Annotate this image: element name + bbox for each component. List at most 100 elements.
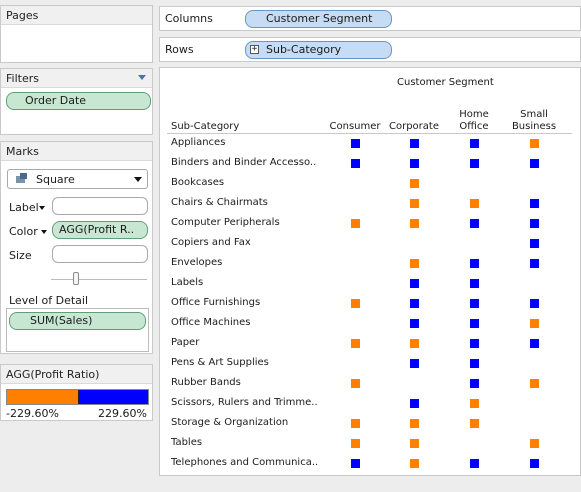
mark-square-blue[interactable] (470, 159, 479, 168)
filters-menu-icon[interactable] (138, 75, 146, 80)
mark-square-blue[interactable] (470, 259, 479, 268)
row-label[interactable]: Appliances (171, 137, 225, 148)
row-label[interactable]: Chairs & Chairmats (171, 197, 268, 208)
row-label[interactable]: Copiers and Fax (171, 237, 251, 248)
size-slider-handle[interactable] (73, 272, 79, 285)
mark-square-orange[interactable] (351, 339, 360, 348)
mark-square-blue[interactable] (530, 299, 539, 308)
mark-square-orange[interactable] (410, 179, 419, 188)
row-label[interactable]: Rubber Bands (171, 377, 241, 388)
columns-shelf: Columns Customer Segment (159, 6, 581, 31)
mark-square-blue[interactable] (530, 339, 539, 348)
label-shelf-field[interactable] (52, 197, 148, 215)
row-label[interactable]: Storage & Organization (171, 417, 288, 428)
label-dropdown-arrow-icon[interactable] (39, 206, 45, 210)
row-label[interactable]: Office Machines (171, 317, 250, 328)
color-pill-profit-ratio[interactable]: AGG(Profit R.. (52, 221, 148, 239)
mark-square-orange[interactable] (530, 319, 539, 328)
mark-square-orange[interactable] (410, 439, 419, 448)
rows-pill-text: Sub-Category (266, 43, 342, 56)
color-ramp-negative (7, 390, 78, 404)
mark-square-blue[interactable] (470, 299, 479, 308)
mark-square-blue[interactable] (470, 139, 479, 148)
mark-square-blue[interactable] (470, 459, 479, 468)
expand-plus-icon[interactable]: + (250, 45, 259, 54)
mark-square-orange[interactable] (351, 439, 360, 448)
mark-square-blue[interactable] (410, 359, 419, 368)
pages-panel: Pages (0, 5, 153, 63)
pages-title: Pages (6, 9, 39, 22)
row-label[interactable]: Bookcases (171, 177, 224, 188)
rows-shelf: Rows Sub-Category + (159, 37, 581, 62)
mark-square-blue[interactable] (351, 159, 360, 168)
filters-title: Filters (6, 72, 39, 85)
row-label[interactable]: Office Furnishings (171, 297, 260, 308)
view-grid: Customer Segment Sub-Category Consumer Corp… (160, 68, 580, 475)
mark-square-blue[interactable] (410, 159, 419, 168)
mark-square-blue[interactable] (530, 159, 539, 168)
mark-square-orange[interactable] (351, 219, 360, 228)
row-label[interactable]: Envelopes (171, 257, 222, 268)
lod-pill-sum-sales[interactable]: SUM(Sales) (9, 312, 146, 330)
mark-square-orange[interactable] (351, 299, 360, 308)
row-label[interactable]: Labels (171, 277, 203, 288)
mark-square-blue[interactable] (351, 139, 360, 148)
rows-pill-sub-category[interactable]: Sub-Category (245, 41, 392, 59)
mark-square-blue[interactable] (470, 359, 479, 368)
mark-square-blue[interactable] (351, 459, 360, 468)
mark-square-blue[interactable] (410, 399, 419, 408)
filters-panel: Filters Order Date (0, 68, 153, 135)
mark-square-blue[interactable] (530, 459, 539, 468)
color-shelf-label[interactable]: Color (9, 225, 38, 238)
mark-square-blue[interactable] (410, 299, 419, 308)
mark-square-orange[interactable] (530, 139, 539, 148)
mark-square-blue[interactable] (470, 279, 479, 288)
mark-square-orange[interactable] (410, 199, 419, 208)
mark-square-orange[interactable] (410, 459, 419, 468)
row-label[interactable]: Telephones and Communica.. (171, 457, 318, 468)
filter-pill-order-date[interactable]: Order Date (6, 92, 151, 110)
marks-panel: Marks Square Label Color AGG(Profit R.. … (0, 141, 153, 354)
row-label[interactable]: Pens & Art Supplies (171, 357, 269, 368)
marks-title: Marks (6, 145, 39, 158)
mark-square-orange[interactable] (470, 399, 479, 408)
mark-square-orange[interactable] (410, 419, 419, 428)
mark-square-blue[interactable] (410, 139, 419, 148)
mark-square-blue[interactable] (470, 339, 479, 348)
mark-square-orange[interactable] (351, 419, 360, 428)
mark-square-orange[interactable] (410, 339, 419, 348)
color-dropdown-arrow-icon[interactable] (41, 230, 47, 234)
row-label[interactable]: Tables (171, 437, 202, 448)
mark-square-orange[interactable] (470, 199, 479, 208)
mark-square-orange[interactable] (351, 379, 360, 388)
mark-square-orange[interactable] (470, 419, 479, 428)
mark-square-orange[interactable] (410, 219, 419, 228)
row-label[interactable]: Paper (171, 337, 199, 348)
mark-square-orange[interactable] (530, 379, 539, 388)
mark-square-orange[interactable] (410, 259, 419, 268)
label-shelf-label[interactable]: Label (9, 201, 39, 214)
mark-square-orange[interactable] (530, 439, 539, 448)
mark-square-blue[interactable] (470, 219, 479, 228)
mark-square-blue[interactable] (530, 199, 539, 208)
mark-square-blue[interactable] (410, 279, 419, 288)
mark-square-blue[interactable] (530, 259, 539, 268)
mark-square-blue[interactable] (530, 239, 539, 248)
row-label[interactable]: Scissors, Rulers and Trimme.. (171, 397, 318, 408)
row-header-sub-category: Sub-Category (171, 121, 240, 132)
column-header-customer-segment: Customer Segment (397, 77, 494, 88)
row-label[interactable]: Computer Peripherals (171, 217, 280, 228)
mark-square-blue[interactable] (470, 319, 479, 328)
row-label[interactable]: Binders and Binder Accesso.. (171, 157, 316, 168)
mark-type-dropdown[interactable]: Square (7, 169, 148, 189)
square-mark-icon-front (20, 173, 27, 179)
mark-square-blue[interactable] (470, 379, 479, 388)
mark-square-blue[interactable] (410, 319, 419, 328)
size-shelf-field[interactable] (52, 245, 148, 263)
columns-pill-customer-segment[interactable]: Customer Segment (245, 10, 392, 28)
size-slider-track (51, 279, 147, 280)
legend-title: AGG(Profit Ratio) (6, 368, 100, 381)
mark-square-blue[interactable] (530, 219, 539, 228)
rows-shelf-label: Rows (165, 43, 194, 56)
chevron-down-icon (134, 177, 142, 182)
